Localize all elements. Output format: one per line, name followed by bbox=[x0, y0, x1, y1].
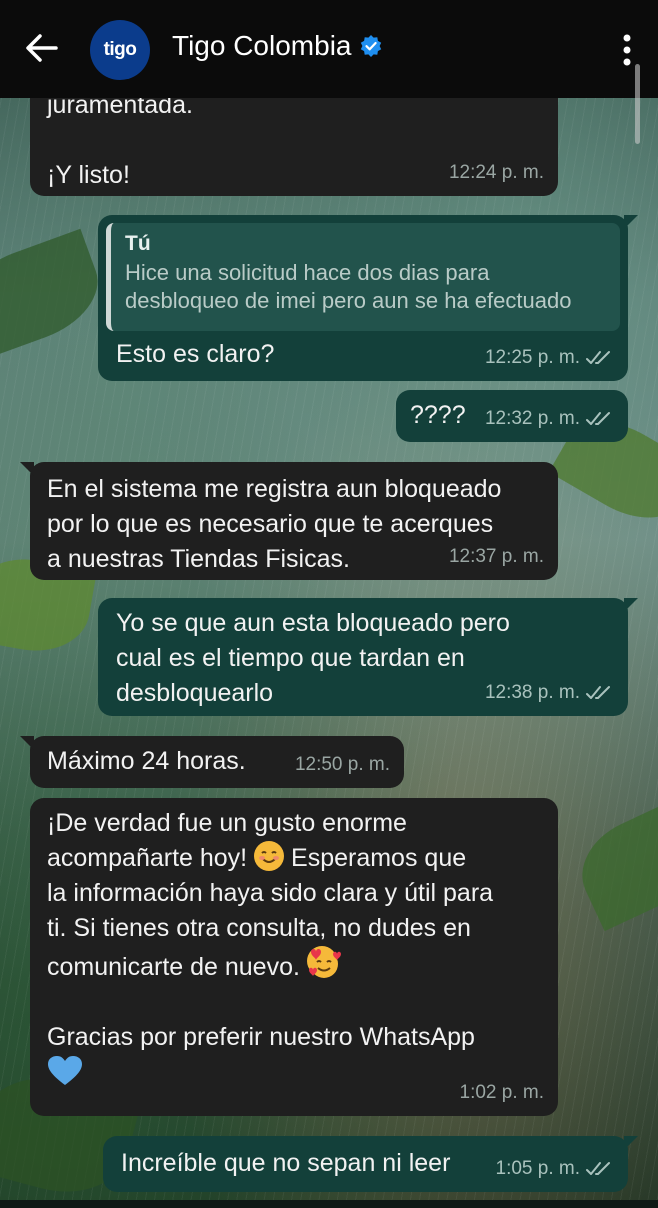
message-time: 12:50 p. m. bbox=[294, 754, 390, 775]
read-ticks-icon bbox=[586, 685, 610, 699]
quoted-author: Tú bbox=[125, 232, 151, 255]
outgoing-message[interactable]: Increíble que no sepan ni leer 1:05 p. m… bbox=[103, 1136, 638, 1192]
bubble-tail bbox=[624, 215, 638, 229]
bubble-tail bbox=[624, 598, 638, 612]
message-time: 12:38 p. m. bbox=[484, 682, 580, 703]
chat-header: tigo Tigo Colombia bbox=[0, 0, 658, 98]
message-time: 1:02 p. m. bbox=[459, 1082, 545, 1103]
message-meta: 1:02 p. m. bbox=[460, 1075, 545, 1110]
message-text: ¡De verdad fue un gusto enorme acompañar… bbox=[47, 806, 547, 1093]
message-time: 1:05 p. m. bbox=[495, 1158, 581, 1179]
message-meta: 12:24 p. m. bbox=[449, 155, 544, 190]
contact-name[interactable]: Tigo Colombia bbox=[172, 30, 383, 62]
message-meta: 1:05 p. m. bbox=[496, 1151, 615, 1186]
read-ticks-icon bbox=[586, 411, 610, 425]
message-meta: 12:37 p. m. bbox=[449, 539, 544, 574]
message-time: 12:24 p. m. bbox=[448, 162, 544, 183]
message-text: Yo se que aun esta bloqueado pero cual e… bbox=[116, 609, 510, 707]
avatar-logo-text: tigo bbox=[103, 39, 137, 60]
message-time: 12:37 p. m. bbox=[448, 546, 544, 567]
incoming-message[interactable]: En el sistema me registra aun bloqueado … bbox=[20, 462, 558, 580]
bubble-tail bbox=[624, 1136, 638, 1150]
read-ticks-icon bbox=[586, 1161, 610, 1175]
outgoing-message[interactable]: Yo se que aun esta bloqueado pero cual e… bbox=[98, 598, 638, 716]
message-meta: 12:38 p. m. bbox=[485, 675, 614, 710]
bubble-tail bbox=[20, 736, 34, 750]
read-ticks-icon bbox=[586, 350, 610, 364]
bubble-tail bbox=[20, 462, 34, 476]
smiling-face-with-hearts-emoji bbox=[306, 946, 341, 978]
more-vertical-icon[interactable] bbox=[622, 34, 632, 66]
quoted-text: Hice una solicitud hace dos dias para de… bbox=[125, 260, 572, 313]
message-text-part: Gracias por preferir nuestro WhatsApp bbox=[47, 1023, 475, 1051]
quoted-message[interactable]: Tú Hice una solicitud hace dos dias para… bbox=[106, 223, 620, 331]
message-time: 12:32 p. m. bbox=[484, 408, 580, 429]
message-meta: 12:25 p. m. bbox=[485, 340, 614, 375]
message-meta: 12:32 p. m. bbox=[485, 401, 614, 436]
blue-heart-emoji bbox=[47, 1055, 82, 1085]
contact-avatar[interactable]: tigo bbox=[90, 20, 150, 80]
incoming-message[interactable]: Máximo 24 horas. 12:50 p. m. bbox=[20, 736, 404, 788]
message-text: Máximo 24 horas. bbox=[47, 747, 246, 775]
message-text: ???? bbox=[410, 401, 466, 429]
outgoing-message[interactable]: Tú Hice una solicitud hace dos dias para… bbox=[98, 215, 638, 381]
contact-name-label: Tigo Colombia bbox=[172, 30, 352, 61]
message-meta: 12:50 p. m. bbox=[295, 747, 390, 782]
incoming-message[interactable]: ¡De verdad fue un gusto enorme acompañar… bbox=[30, 798, 558, 1116]
message-text: En el sistema me registra aun bloqueado … bbox=[47, 475, 502, 573]
outgoing-message[interactable]: ???? 12:32 p. m. bbox=[396, 390, 628, 442]
message-time: 12:25 p. m. bbox=[484, 347, 580, 368]
back-arrow-icon[interactable] bbox=[22, 28, 62, 68]
smiling-face-emoji bbox=[254, 841, 285, 871]
message-text: Esto es claro? bbox=[116, 340, 275, 368]
message-text: Increíble que no sepan ni leer bbox=[121, 1149, 451, 1177]
verified-badge-icon bbox=[361, 35, 382, 57]
chat-scrollbar[interactable] bbox=[635, 64, 640, 144]
